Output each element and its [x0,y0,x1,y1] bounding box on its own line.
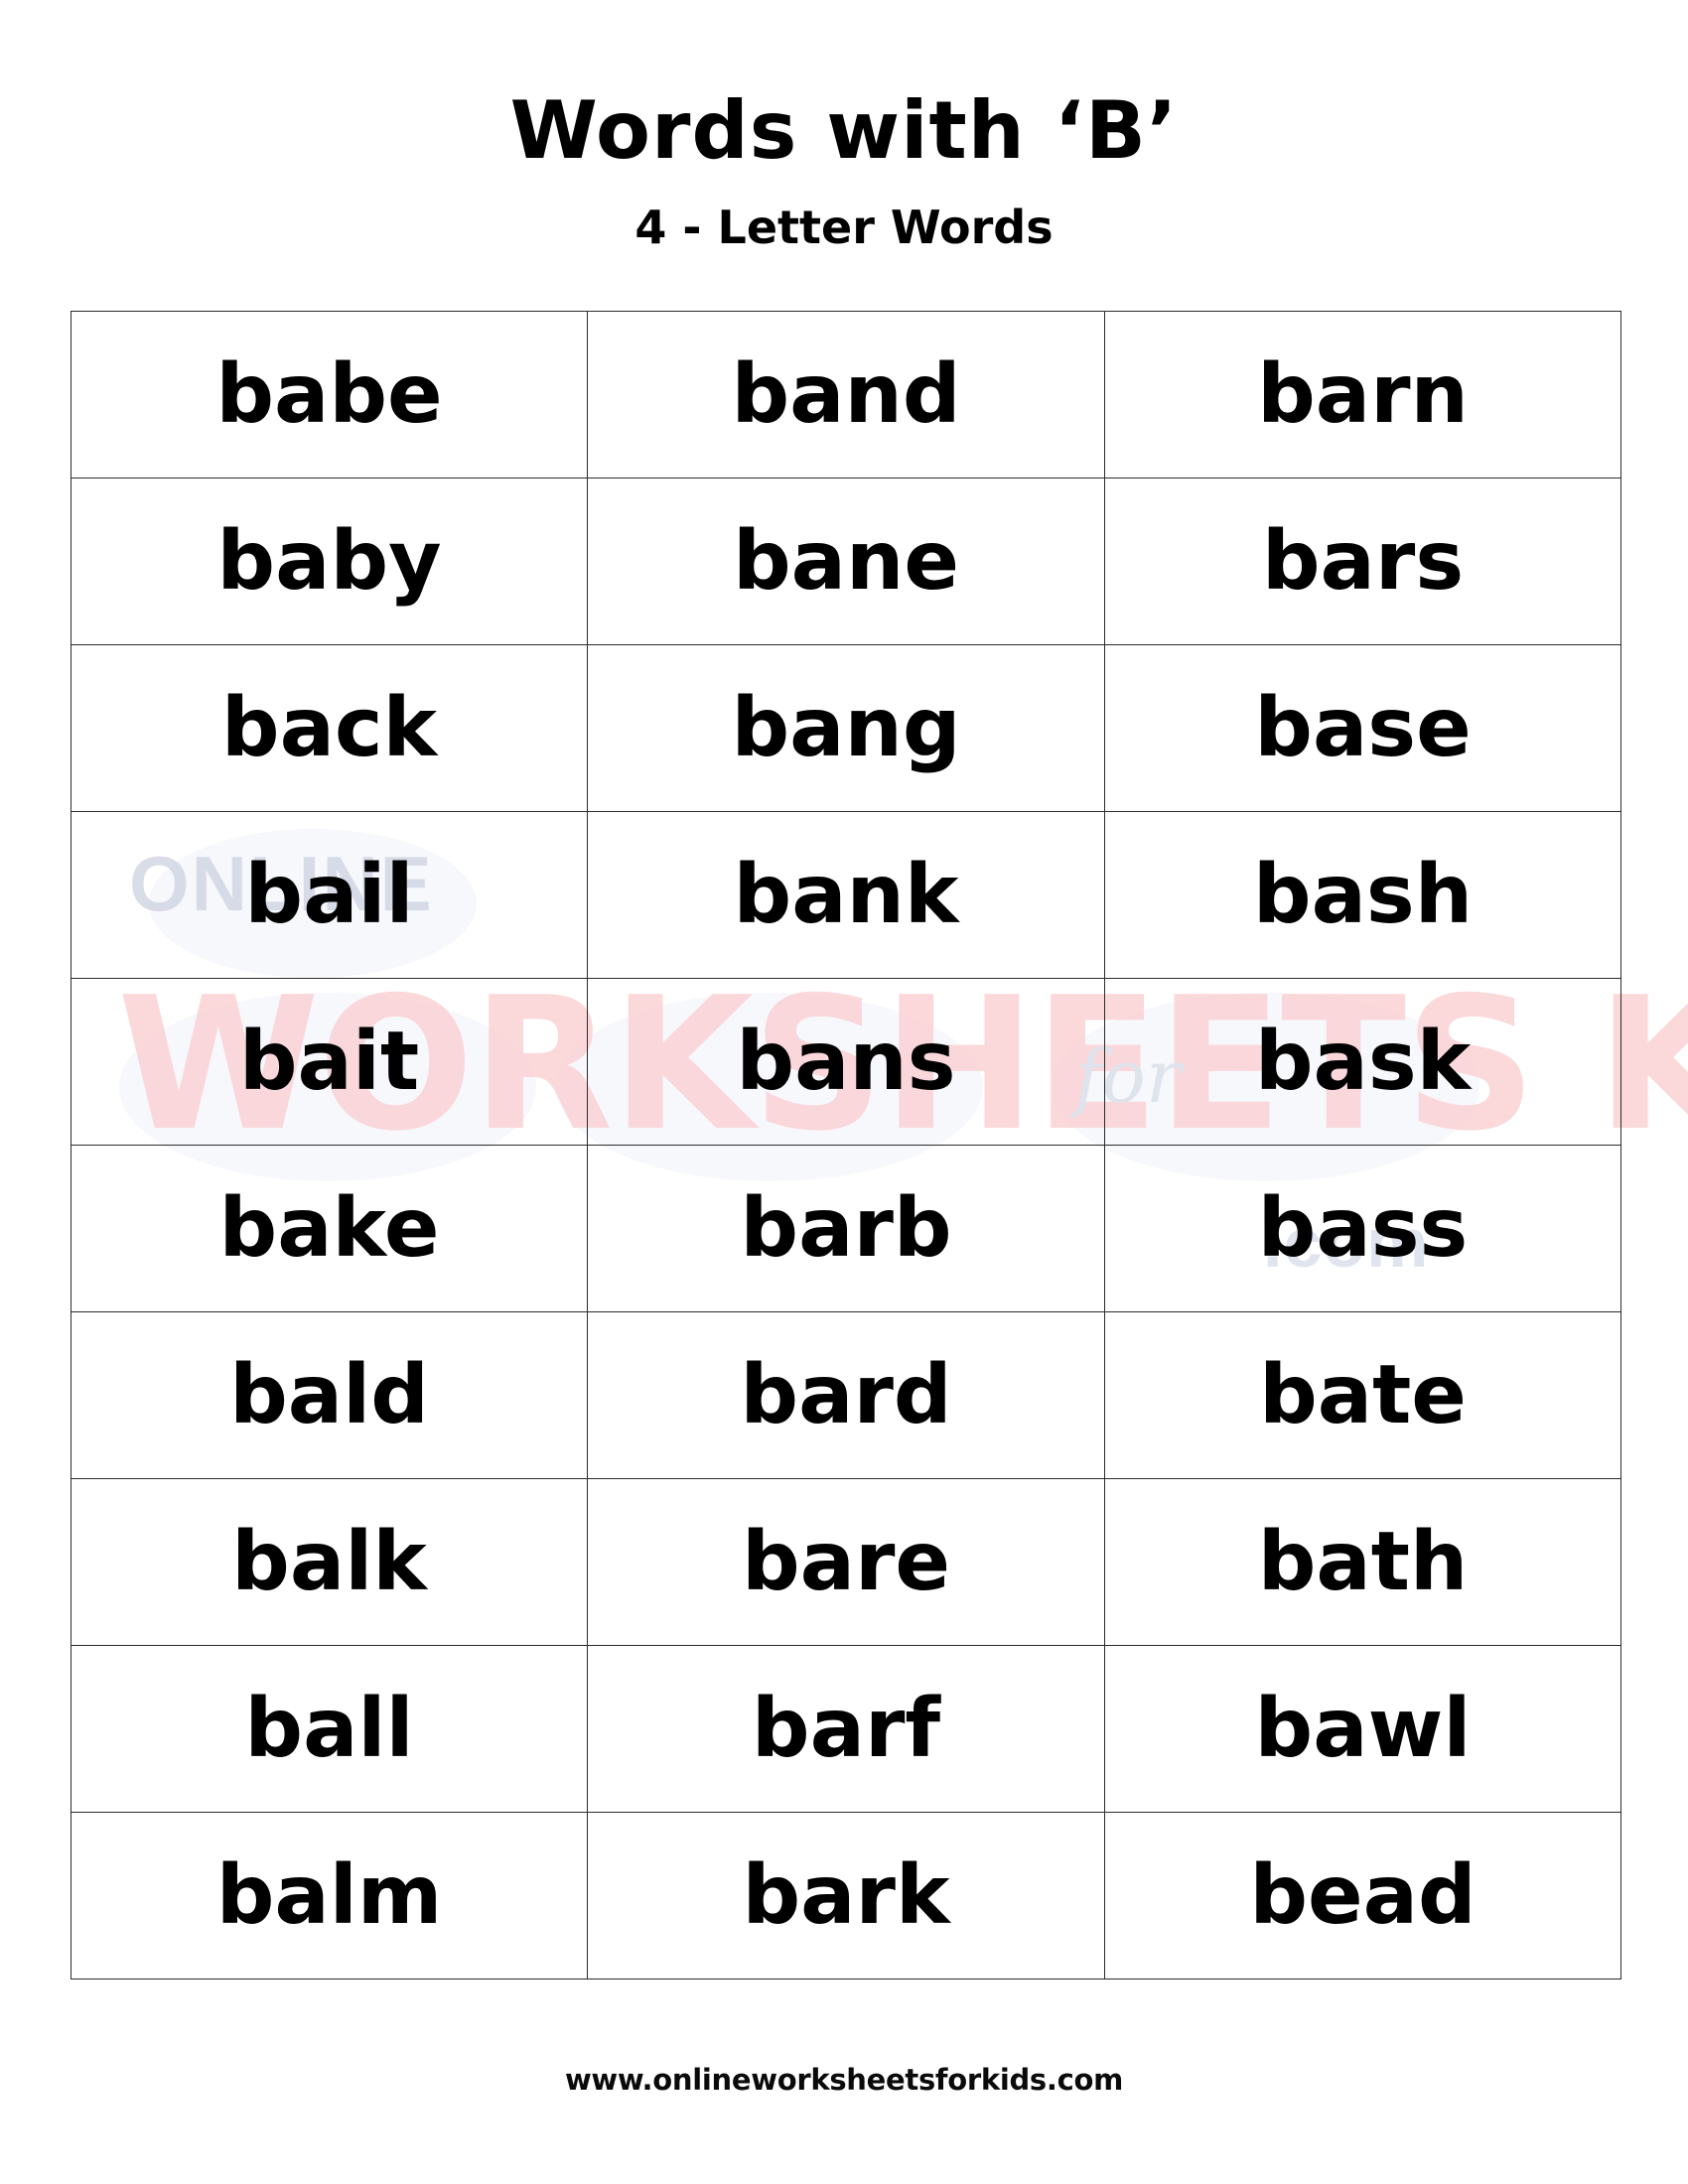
word-text: bait [238,1014,420,1109]
table-row: baby bane bars [70,478,1621,645]
page-subtitle: 4 - Letter Words [634,201,1054,254]
word-cell: bate [1104,1311,1621,1479]
word-cell: bang [587,644,1105,812]
word-text: bake [218,1180,440,1276]
word-text: bane [732,513,960,609]
word-cell: band [587,311,1105,478]
word-text: bash [1252,847,1474,942]
word-text: bate [1259,1347,1467,1442]
word-cell: base [1104,644,1621,812]
word-cell: baby [70,478,588,645]
word-text: babe [215,346,443,442]
word-cell: bass [1104,1145,1621,1312]
word-cell: balk [70,1478,588,1646]
word-cell: bead [1104,1812,1621,1979]
word-text: bard [740,1347,952,1442]
word-cell: bait [70,978,588,1146]
word-cell: bake [70,1145,588,1312]
word-text: bass [1257,1180,1469,1276]
word-text: back [220,680,438,775]
table-row: bald bard bate [70,1311,1621,1479]
word-cell: back [70,644,588,812]
word-text: balk [231,1514,427,1609]
word-text: bead [1249,1847,1477,1943]
word-text: bank [733,847,959,942]
word-cell: bans [587,978,1105,1146]
word-cell: bash [1104,811,1621,979]
word-cell: bail [70,811,588,979]
word-cell: babe [70,311,588,478]
word-text: barb [740,1180,952,1276]
word-cell: bard [587,1311,1105,1479]
word-cell: barf [587,1645,1105,1813]
word-text: bans [736,1014,956,1109]
word-table-body: babe band barn baby bane bars back bang … [70,311,1621,1979]
word-table-container: babe band barn baby bane bars back bang … [70,311,1621,1979]
table-row: balm bark bead [70,1812,1621,1979]
word-cell: bask [1104,978,1621,1146]
table-row: babe band barn [70,311,1621,478]
word-cell: barn [1104,311,1621,478]
word-text: balm [215,1847,443,1943]
footer-website-url: www.onlineworksheetsforkids.com [564,2063,1124,2097]
word-cell: bare [587,1478,1105,1646]
word-cell: barb [587,1145,1105,1312]
word-text: bath [1257,1514,1469,1609]
word-text: barf [751,1681,941,1776]
word-cell: balm [70,1812,588,1979]
word-text: baby [216,513,442,609]
table-row: back bang base [70,644,1621,812]
worksheet-header: Words with ‘B’ 4 - Letter Words [0,0,1688,254]
word-text: bang [731,680,961,775]
word-cell: bawl [1104,1645,1621,1813]
word-text: band [731,346,961,442]
word-text: ball [244,1681,414,1776]
table-row: bait bans bask [70,978,1621,1146]
word-text: base [1254,680,1472,775]
word-table: babe band barn baby bane bars back bang … [70,311,1621,1979]
word-text: bald [229,1347,429,1442]
table-row: bail bank bash [70,811,1621,979]
worksheet-page: ONLINE WORKSHEETS KIDS for .com Words wi… [0,0,1688,2184]
word-text: bail [244,847,414,942]
word-text: bask [1254,1014,1472,1109]
word-cell: bald [70,1311,588,1479]
word-cell: bars [1104,478,1621,645]
word-cell: ball [70,1645,588,1813]
word-text: bare [741,1514,951,1609]
page-title: Words with ‘B’ [509,84,1179,177]
word-cell: bark [587,1812,1105,1979]
word-cell: bane [587,478,1105,645]
word-text: bawl [1254,1681,1472,1776]
table-row: ball barf bawl [70,1645,1621,1813]
word-text: bars [1261,513,1465,609]
word-cell: bath [1104,1478,1621,1646]
table-row: balk bare bath [70,1478,1621,1646]
word-text: bark [742,1847,950,1943]
worksheet-footer: www.onlineworksheetsforkids.com [0,2063,1688,2097]
word-cell: bank [587,811,1105,979]
word-text: barn [1257,346,1469,442]
table-row: bake barb bass [70,1145,1621,1312]
